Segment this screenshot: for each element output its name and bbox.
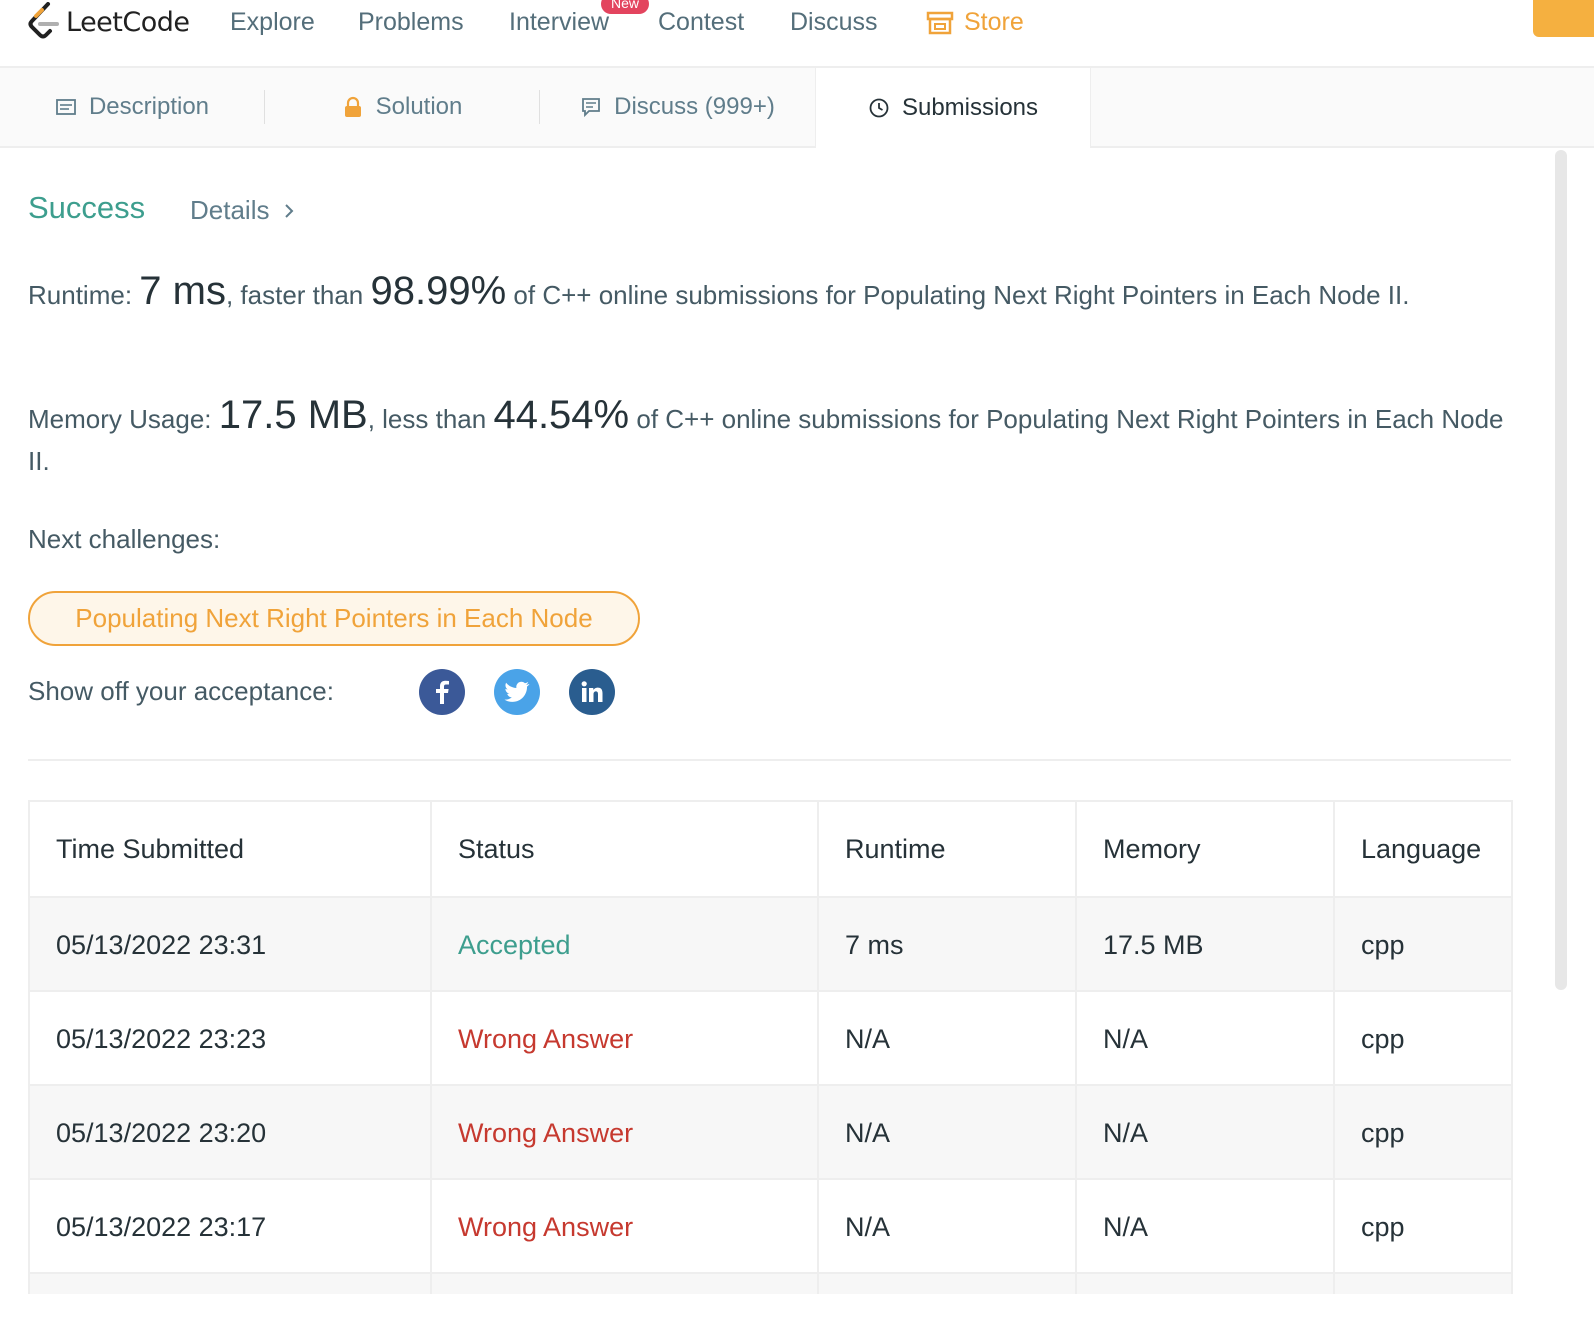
table-row[interactable]: 05/13/2022 23:20 Wrong Answer N/A N/A cp… — [30, 1084, 1511, 1180]
cell-time — [30, 1274, 430, 1294]
facebook-icon — [436, 680, 449, 704]
table-row[interactable]: 05/13/2022 23:17 Wrong Answer N/A N/A cp… — [30, 1178, 1511, 1274]
new-badge: New — [601, 0, 650, 14]
runtime-tail: of C++ online submissions for Populating… — [513, 280, 1410, 310]
leetcode-logo[interactable]: LeetCode — [26, 2, 190, 42]
memory-less-text: , less than — [367, 404, 487, 434]
table-row[interactable]: 05/13/2022 23:31 Accepted 7 ms 17.5 MB c… — [30, 896, 1511, 992]
cell-runtime: N/A — [817, 1180, 1075, 1274]
cell-status[interactable]: Wrong Answer — [430, 992, 817, 1086]
tab-description-label: Description — [88, 93, 210, 120]
cell-time: 05/13/2022 23:31 — [56, 929, 267, 960]
runtime-faster-text: , faster than — [225, 280, 364, 310]
nav-problems[interactable]: Problems — [358, 8, 464, 37]
nav-store-label: Store — [964, 8, 1024, 36]
tab-discuss-label: Discuss (999+) — [614, 93, 775, 120]
tab-solution-label: Solution — [375, 93, 463, 120]
leetcode-logo-icon — [28, 2, 59, 39]
memory-value: 17.5 MB — [218, 393, 368, 437]
tab-description[interactable]: Description — [0, 68, 264, 146]
cell-time: 05/13/2022 23:23 — [56, 1023, 267, 1054]
details-link[interactable]: Details — [190, 195, 295, 226]
premium-button[interactable] — [1533, 0, 1594, 37]
linkedin-icon — [581, 681, 603, 702]
tab-bar: Description Solution Discuss (999+) Subm… — [0, 68, 1594, 148]
runtime-summary: Runtime: 7 ms, faster than 98.99% of C++… — [28, 270, 1508, 316]
top-nav: LeetCode Explore Problems Interview New … — [0, 0, 1594, 68]
facebook-share-button[interactable] — [419, 669, 465, 715]
cell-memory: 17.5 MB — [1075, 898, 1333, 992]
tab-solution[interactable]: Solution — [265, 68, 539, 146]
cell-memory: N/A — [1075, 1180, 1333, 1274]
header-language[interactable]: Language — [1333, 802, 1511, 896]
tab-submissions[interactable]: Submissions — [815, 68, 1091, 148]
linkedin-share-button[interactable] — [569, 669, 615, 715]
memory-summary: Memory Usage: 17.5 MB, less than 44.54% … — [28, 394, 1508, 482]
next-challenges-label: Next challenges: — [28, 524, 221, 554]
runtime-value: 7 ms — [139, 269, 226, 313]
cell-status[interactable]: Wrong Answer — [430, 1180, 817, 1274]
logo-text: LeetCode — [66, 6, 190, 38]
nav-discuss[interactable]: Discuss — [790, 8, 878, 37]
table-header-row: Time Submitted Status Runtime Memory Lan… — [30, 802, 1511, 896]
nav-store[interactable]: Store — [926, 8, 1024, 37]
cell-runtime: N/A — [817, 992, 1075, 1086]
cell-runtime: N/A — [817, 1086, 1075, 1180]
cell-runtime — [817, 1274, 1075, 1294]
share-label: Show off your acceptance: — [28, 676, 334, 706]
details-label: Details — [190, 195, 270, 225]
cell-language — [1333, 1274, 1511, 1294]
header-time[interactable]: Time Submitted — [30, 802, 430, 896]
header-runtime[interactable]: Runtime — [817, 802, 1075, 896]
cell-status — [430, 1274, 817, 1294]
cell-language: cpp — [1333, 898, 1511, 992]
divider — [28, 759, 1511, 761]
cell-memory — [1075, 1274, 1333, 1294]
description-icon — [56, 99, 76, 115]
nav-explore[interactable]: Explore — [230, 8, 315, 37]
cell-time: 05/13/2022 23:20 — [56, 1117, 267, 1148]
header-status[interactable]: Status — [430, 802, 817, 896]
cell-language: cpp — [1333, 992, 1511, 1086]
tab-discuss[interactable]: Discuss (999+) — [540, 68, 815, 146]
clock-icon — [869, 98, 889, 118]
cell-memory: N/A — [1075, 992, 1333, 1086]
cell-memory: N/A — [1075, 1086, 1333, 1180]
runtime-percent: 98.99% — [370, 269, 507, 313]
chevron-right-icon — [285, 203, 294, 218]
cell-time: 05/13/2022 23:17 — [56, 1211, 267, 1242]
nav-interview[interactable]: Interview — [509, 8, 609, 37]
comment-icon — [582, 98, 601, 118]
scrollbar[interactable] — [1555, 150, 1567, 990]
twitter-share-button[interactable] — [494, 669, 540, 715]
lock-icon — [344, 96, 361, 117]
header-memory[interactable]: Memory — [1075, 802, 1333, 896]
tab-submissions-label: Submissions — [901, 94, 1039, 121]
memory-label: Memory Usage: — [28, 404, 212, 434]
result-status: Success — [28, 190, 146, 225]
store-icon — [926, 11, 954, 34]
runtime-label: Runtime: — [28, 280, 133, 310]
cell-status[interactable]: Wrong Answer — [430, 1086, 817, 1180]
table-row-partial — [30, 1272, 1511, 1294]
table-row[interactable]: 05/13/2022 23:23 Wrong Answer N/A N/A cp… — [30, 990, 1511, 1086]
cell-runtime: 7 ms — [817, 898, 1075, 992]
cell-language: cpp — [1333, 1180, 1511, 1274]
cell-status[interactable]: Accepted — [430, 898, 817, 992]
memory-percent: 44.54% — [493, 393, 630, 437]
nav-contest[interactable]: Contest — [658, 8, 744, 37]
next-challenge-button[interactable]: Populating Next Right Pointers in Each N… — [28, 591, 640, 646]
cell-language: cpp — [1333, 1086, 1511, 1180]
submissions-table: Time Submitted Status Runtime Memory Lan… — [28, 800, 1513, 1294]
twitter-icon — [504, 681, 530, 702]
